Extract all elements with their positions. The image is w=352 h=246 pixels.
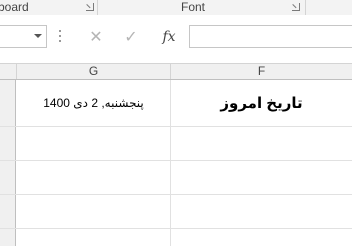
row-gridline: [0, 160, 352, 161]
insert-function-icon[interactable]: fx: [155, 25, 183, 48]
clipboard-dialog-launcher-icon[interactable]: [86, 3, 94, 11]
ribbon-group-divider: [305, 0, 306, 15]
column-header-row: G F: [0, 63, 352, 80]
row-header-column[interactable]: [0, 80, 16, 246]
row-gridline: [0, 194, 352, 195]
font-dialog-launcher-icon[interactable]: [292, 3, 300, 11]
row-gridline: [0, 228, 352, 229]
font-group-label: Font: [181, 0, 206, 14]
formula-bar: ✕ ✓ fx: [0, 15, 352, 63]
ribbon-group-labels: board Font: [0, 0, 352, 16]
cancel-icon[interactable]: ✕: [82, 25, 110, 48]
cell-f-today-label[interactable]: تاریخ امروز: [171, 80, 352, 126]
name-box-dropdown-icon[interactable]: [34, 34, 42, 38]
worksheet-grid[interactable]: پنجشنبه, 2 دی 1400 تاریخ امروز: [0, 80, 352, 246]
column-header-g[interactable]: G: [17, 64, 171, 79]
ribbon-group-divider: [97, 0, 98, 15]
formula-bar-resize-handle[interactable]: [59, 30, 62, 44]
enter-icon[interactable]: ✓: [117, 25, 145, 48]
select-all-corner[interactable]: [0, 64, 17, 79]
clipboard-group-label: board: [0, 0, 29, 14]
cell-g-date-value[interactable]: پنجشنبه, 2 دی 1400: [17, 80, 170, 126]
column-header-f[interactable]: F: [171, 64, 352, 79]
name-box[interactable]: [0, 25, 47, 48]
row-gridline: [0, 126, 352, 127]
formula-input[interactable]: [189, 25, 352, 48]
